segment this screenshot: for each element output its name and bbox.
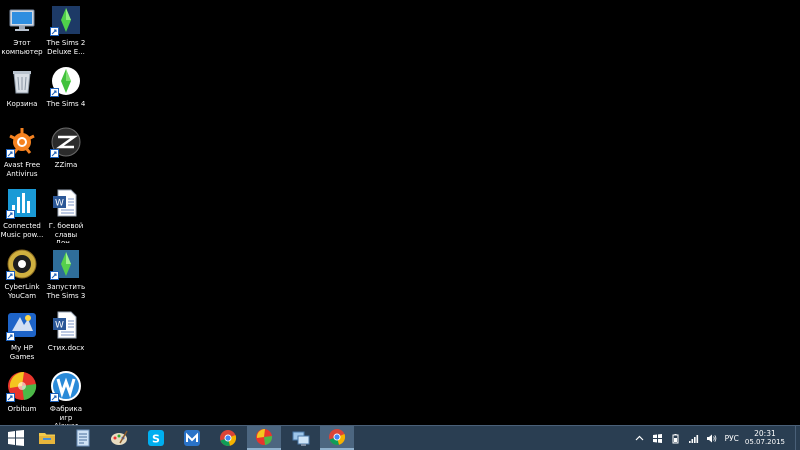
alawar-icon (50, 370, 82, 402)
remote-desktop-button[interactable] (284, 426, 318, 450)
show-desktop-button[interactable] (795, 426, 800, 450)
folder-icon (39, 433, 55, 444)
action-center-button[interactable] (651, 431, 665, 445)
chevron-up-icon (635, 435, 644, 440)
clock-date: 05.07.2015 (744, 438, 785, 446)
file-explorer-button[interactable] (30, 426, 64, 450)
svg-text:W: W (55, 321, 64, 331)
shortcut-arrow-icon (6, 332, 15, 341)
recycle-bin-icon (6, 65, 38, 97)
desktop-icon-word-doc-1[interactable]: W Г. боевой славы Дон... (44, 185, 88, 243)
sims3-icon (50, 248, 82, 280)
desktop-icon-label: The Sims 4 (46, 100, 86, 108)
paint-icon (111, 430, 128, 445)
shortcut-arrow-icon (6, 271, 15, 280)
show-hidden-icons-button[interactable] (633, 431, 647, 445)
shortcut-arrow-icon (50, 393, 59, 402)
word-document-icon: W (50, 309, 82, 341)
zzima-icon (50, 126, 82, 158)
shortcut-arrow-icon (50, 149, 59, 158)
orbitum-button[interactable] (247, 426, 281, 450)
hp-games-icon (6, 309, 38, 341)
speaker-icon (707, 434, 717, 442)
desktop-icon-sims2[interactable]: The Sims 2 Deluxe E... (44, 2, 88, 60)
desktop-icon-label: Стих.docx (47, 344, 85, 352)
clock-time: 20:31 (754, 429, 776, 438)
word-document-icon: W (50, 187, 82, 219)
start-button[interactable] (0, 426, 32, 450)
desktop: Этот компьютер The Sims 2 Deluxe E... Ко… (0, 0, 800, 426)
orbitum-icon (256, 428, 273, 445)
svg-text:S: S (152, 433, 160, 446)
shortcut-arrow-icon (6, 149, 15, 158)
system-tray: РУС 20:31 05.07.2015 (631, 426, 800, 450)
battery-icon (672, 433, 679, 443)
shortcut-arrow-icon (6, 393, 15, 402)
sims2-icon (50, 4, 82, 36)
desktop-icon-label: Connected Music pow... (0, 222, 44, 239)
youcam-icon (6, 248, 38, 280)
desktop-icon-label: My HP Games (9, 344, 35, 361)
windows-logo-icon (8, 430, 24, 446)
battery-button[interactable] (669, 431, 683, 445)
computer-icon (6, 4, 38, 36)
wifi-signal-icon (689, 434, 699, 443)
shortcut-arrow-icon (6, 210, 15, 219)
desktop-icon-avast[interactable]: Avast Free Antivirus (0, 124, 44, 182)
desktop-icon-label: Этот компьютер (1, 39, 43, 56)
remote-desktop-icon (292, 431, 310, 446)
windows-flag-icon (653, 433, 663, 443)
orbitum-icon (6, 370, 38, 402)
chrome-icon (220, 430, 237, 446)
desktop-icon-connected-music[interactable]: Connected Music pow... (0, 185, 44, 243)
connected-music-icon (6, 187, 38, 219)
clock[interactable]: 20:31 05.07.2015 (745, 429, 785, 447)
avast-icon (6, 126, 38, 158)
desktop-icon-this-pc[interactable]: Этот компьютер (0, 2, 44, 60)
desktop-icon-orbitum[interactable]: Orbitum (0, 368, 44, 426)
chrome-button[interactable] (211, 426, 245, 450)
skype-button[interactable]: S (139, 426, 173, 450)
chrome-icon (329, 429, 346, 445)
desktop-icon-label: CyberLink YouCam (4, 283, 40, 300)
shortcut-arrow-icon (50, 271, 59, 280)
desktop-icon-recycle-bin[interactable]: Корзина (0, 63, 44, 121)
shortcut-arrow-icon (50, 88, 59, 97)
network-button[interactable] (687, 431, 701, 445)
desktop-icon-label: ZZima (54, 161, 78, 169)
desktop-icon-youcam[interactable]: CyberLink YouCam (0, 246, 44, 304)
desktop-icon-label: Avast Free Antivirus (3, 161, 41, 178)
desktop-icon-sims3[interactable]: Запустить The Sims 3 (44, 246, 88, 304)
desktop-icon-zzima[interactable]: ZZima (44, 124, 88, 182)
desktop-icon-label: Фабрика игр Alawar (49, 405, 83, 426)
notepad-button[interactable] (66, 426, 100, 450)
chrome-active-button[interactable] (320, 426, 354, 450)
svg-text:W: W (55, 199, 64, 209)
taskbar: S РУС 20:31 05.07.2015 (0, 425, 800, 450)
desktop-icon-label: The Sims 2 Deluxe E... (46, 39, 86, 56)
desktop-icon-label: Г. боевой славы Дон... (48, 222, 84, 243)
maxthon-icon (184, 430, 200, 446)
document-icon (76, 429, 90, 447)
desktop-icon-label: Корзина (6, 100, 38, 108)
volume-button[interactable] (705, 431, 719, 445)
desktop-icon-label: Запустить The Sims 3 (46, 283, 86, 300)
desktop-icon-grid: Этот компьютер The Sims 2 Deluxe E... Ко… (0, 2, 88, 429)
paint-button[interactable] (102, 426, 136, 450)
desktop-icon-hp-games[interactable]: My HP Games (0, 307, 44, 365)
desktop-icon-alawar[interactable]: Фабрика игр Alawar (44, 368, 88, 426)
skype-icon: S (148, 430, 164, 446)
shortcut-arrow-icon (50, 27, 59, 36)
language-indicator[interactable]: РУС (725, 434, 739, 443)
sims4-icon (50, 65, 82, 97)
maxthon-button[interactable] (175, 426, 209, 450)
desktop-icon-label: Orbitum (7, 405, 37, 413)
desktop-icon-word-doc-2[interactable]: W Стих.docx (44, 307, 88, 365)
desktop-icon-sims4[interactable]: The Sims 4 (44, 63, 88, 121)
